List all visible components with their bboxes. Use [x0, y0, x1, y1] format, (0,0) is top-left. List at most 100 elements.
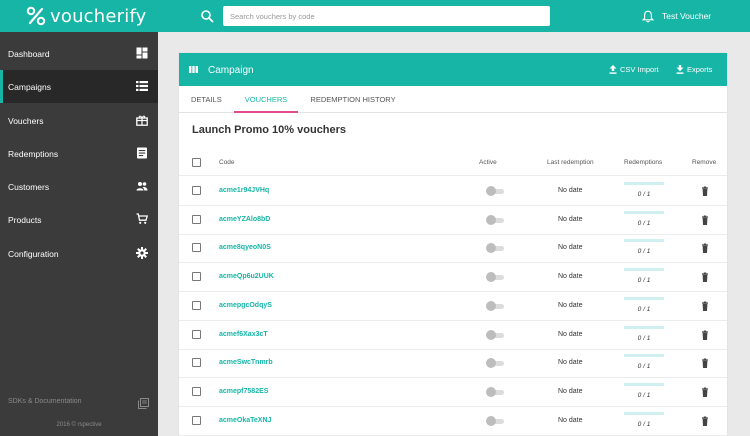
redemptions-count: 0 / 1 — [637, 305, 651, 313]
exports-button[interactable]: Exports — [676, 65, 712, 74]
active-toggle[interactable] — [486, 272, 504, 283]
voucher-code-link[interactable]: acme1r94JVHq — [219, 187, 269, 194]
column-header-active[interactable]: Active — [479, 159, 497, 166]
row-checkbox[interactable] — [192, 272, 201, 282]
user-menu[interactable]: Test Voucher — [662, 11, 711, 21]
table-row: acmepf7582ES No date 0 / 1 — [179, 378, 727, 407]
top-bar: voucherify Test Voucher — [0, 0, 750, 32]
last-redemption-value: No date — [558, 416, 583, 424]
select-all-checkbox[interactable] — [192, 158, 201, 167]
redemptions-progress-bar — [624, 239, 664, 243]
csv-import-label: CSV Import — [620, 65, 659, 74]
row-checkbox[interactable] — [192, 186, 201, 195]
voucher-code-link[interactable]: acmeSwcTnmrb — [219, 359, 273, 366]
library-books-icon[interactable] — [138, 398, 149, 409]
row-checkbox[interactable] — [192, 415, 201, 425]
gear-icon — [136, 247, 148, 259]
trash-icon[interactable] — [701, 243, 709, 254]
redemptions-progress-bar — [624, 382, 664, 386]
column-header-code[interactable]: Code — [219, 159, 235, 166]
sdk-docs-link[interactable]: SDKs & Documentation — [8, 398, 82, 405]
redemptions-progress-bar — [624, 296, 664, 300]
percent-logo-icon — [26, 6, 46, 26]
gift-icon — [136, 115, 148, 126]
download-icon — [676, 65, 684, 74]
tab-redemption-history[interactable]: REDEMPTION HISTORY — [309, 86, 397, 113]
row-checkbox[interactable] — [192, 329, 201, 339]
voucher-code-link[interactable]: acmeYZAlo8bD — [219, 216, 270, 223]
voucher-code-link[interactable]: acmepf7582ES — [219, 388, 268, 395]
row-checkbox[interactable] — [192, 358, 201, 368]
csv-import-button[interactable]: CSV Import — [609, 65, 659, 74]
trash-icon[interactable] — [701, 301, 709, 311]
sidebar-item-label: Products — [8, 214, 42, 225]
column-header-last-redemption[interactable]: Last redemption — [547, 159, 594, 166]
voucher-code-link[interactable]: acmepgcOdqyS — [219, 302, 272, 309]
row-checkbox[interactable] — [192, 214, 201, 224]
tab-details[interactable]: DETAILS — [191, 86, 222, 113]
last-redemption-value: No date — [558, 359, 583, 367]
toggle-knob — [486, 386, 496, 397]
sidebar-item-label: Redemptions — [8, 148, 59, 159]
toggle-knob — [486, 329, 496, 340]
sidebar: Dashboard Campaigns Vouchers Redemptions — [0, 32, 158, 436]
table-row: acme1r94JVHq No date 0 / 1 — [179, 177, 727, 206]
table-row: acmeQp6u2UUK No date 0 / 1 — [179, 263, 727, 293]
last-redemption-value: No date — [558, 301, 583, 309]
table-row: acmeYZAlo8bD No date 0 / 1 — [179, 206, 727, 235]
voucher-code-link[interactable]: acmeOkaTeXNJ — [219, 417, 271, 424]
sidebar-item-dashboard[interactable]: Dashboard — [0, 37, 158, 70]
active-toggle[interactable] — [486, 358, 504, 369]
column-header-redemptions[interactable]: Redemptions — [624, 159, 662, 166]
redemptions-count: 0 / 1 — [637, 191, 651, 198]
trash-icon[interactable] — [701, 215, 709, 225]
column-header-remove: Remove — [692, 159, 717, 166]
people-icon — [136, 182, 148, 191]
active-toggle[interactable] — [486, 243, 504, 254]
active-toggle[interactable] — [486, 415, 504, 426]
table-row: acme8qyeoN0S No date 0 / 1 — [179, 234, 727, 264]
sidebar-item-vouchers[interactable]: Vouchers — [0, 104, 158, 137]
active-toggle[interactable] — [486, 329, 504, 340]
trash-icon[interactable] — [701, 387, 709, 397]
logo[interactable]: voucherify — [26, 5, 147, 27]
redemptions-progress-bar — [624, 268, 664, 272]
row-checkbox[interactable] — [192, 243, 201, 253]
last-redemption-value: No date — [558, 215, 583, 223]
active-toggle[interactable] — [486, 186, 504, 196]
active-toggle[interactable] — [486, 214, 504, 225]
trash-icon[interactable] — [701, 186, 709, 196]
trash-icon[interactable] — [701, 416, 709, 426]
logo-text: voucherify — [50, 5, 147, 27]
active-toggle[interactable] — [486, 300, 504, 311]
tab-vouchers[interactable]: VOUCHERS — [234, 86, 298, 113]
toggle-knob — [486, 214, 496, 225]
bell-icon[interactable] — [642, 10, 654, 23]
trash-icon[interactable] — [701, 358, 709, 369]
table-row: acmeSwcTnmrb No date 0 / 1 — [179, 349, 727, 379]
row-checkbox[interactable] — [192, 386, 201, 396]
trash-icon[interactable] — [701, 330, 709, 340]
sidebar-item-label: Customers — [8, 181, 50, 192]
table-row: acmef6Xax3cT No date 0 / 1 — [179, 321, 727, 350]
redemptions-count: 0 / 1 — [637, 391, 651, 399]
sidebar-item-redemptions[interactable]: Redemptions — [0, 137, 158, 170]
voucher-code-link[interactable]: acmeQp6u2UUK — [219, 273, 274, 280]
sidebar-item-products[interactable]: Products — [0, 203, 158, 236]
search-icon[interactable] — [200, 9, 214, 23]
sidebar-item-customers[interactable]: Customers — [0, 170, 158, 203]
table-row: acmepgcOdqyS No date 0 / 1 — [179, 292, 727, 321]
redemptions-progress-bar — [624, 182, 664, 185]
trash-icon[interactable] — [701, 272, 709, 283]
toggle-knob — [486, 358, 496, 369]
sidebar-item-campaigns[interactable]: Campaigns — [0, 70, 158, 103]
voucher-code-link[interactable]: acme8qyeoN0S — [219, 244, 271, 251]
sidebar-item-configuration[interactable]: Configuration — [0, 237, 158, 270]
toggle-knob — [486, 300, 496, 311]
view-column-icon — [189, 66, 198, 73]
voucher-code-link[interactable]: acmef6Xax3cT — [219, 331, 268, 338]
row-checkbox[interactable] — [192, 300, 201, 310]
exports-label: Exports — [687, 65, 713, 74]
search-input[interactable] — [223, 6, 550, 26]
active-toggle[interactable] — [486, 386, 504, 397]
